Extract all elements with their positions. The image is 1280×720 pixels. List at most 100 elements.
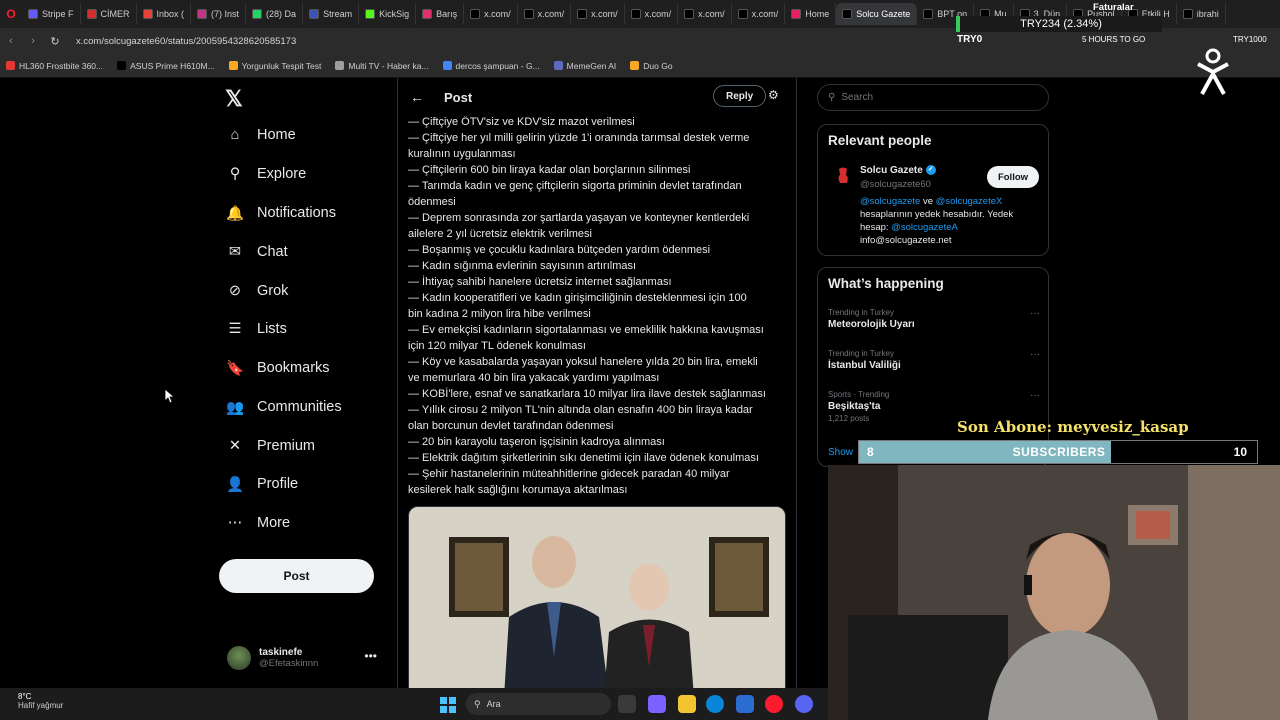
tab-favicon-icon: [630, 9, 641, 19]
bookmark-item[interactable]: Yorgunluk Tespit Test: [228, 60, 322, 71]
trend-more-icon[interactable]: ···: [1030, 390, 1040, 401]
weather-widget[interactable]: 8°C Hafif yağmur: [18, 692, 63, 710]
copilot-icon[interactable]: [648, 695, 666, 713]
browser-tab[interactable]: KickSig: [359, 3, 417, 25]
taskbar-search[interactable]: ⚲ Ara: [466, 693, 611, 715]
file-manager-icon[interactable]: [618, 695, 636, 713]
bookmark-item[interactable]: Multi TV - Haber ka...: [335, 61, 429, 71]
back-arrow-icon[interactable]: ←: [410, 89, 424, 105]
person-name[interactable]: Solcu Gazete ✓: [860, 165, 936, 176]
back-nav-icon[interactable]: ‹: [0, 35, 22, 47]
nav-item-premium[interactable]: ✕ Premium: [227, 438, 315, 454]
mention-link[interactable]: @solcugazeteA: [891, 222, 958, 233]
primary-navigation: 𝕏 ⌂ Home ⚲ Explore 🔔 Notifications ✉ Chat ⊘ Grok ☰…: [215, 78, 395, 688]
tab-label: Stripe F: [42, 9, 74, 19]
reload-icon[interactable]: ↻: [44, 35, 66, 48]
x-logo-icon[interactable]: 𝕏: [225, 86, 243, 112]
post-text-line: — Çiftçiye her yıl milli gelirin yüzde 1…: [408, 132, 750, 144]
windows-start-icon[interactable]: [440, 697, 456, 713]
nav-item-more[interactable]: ⋯ More: [227, 515, 290, 531]
forward-nav-icon[interactable]: ›: [22, 35, 44, 47]
browser-tab[interactable]: x.com/: [518, 3, 572, 25]
sliders-icon[interactable]: ⚙: [768, 88, 779, 102]
trend-item[interactable]: Trending in Turkey İstanbul Valiliği ···: [828, 349, 1040, 373]
webcam-feed: [828, 465, 1280, 720]
account-switcher[interactable]: taskinefe @Efetaskinnn •••: [227, 641, 387, 675]
reply-button[interactable]: Reply: [713, 85, 767, 107]
tab-favicon-icon: [28, 9, 38, 19]
nav-item-lists[interactable]: ☰ Lists: [227, 321, 287, 337]
browser-tab[interactable]: Inbox (: [137, 3, 192, 25]
bookmark-label: Yorgunluk Tespit Test: [241, 60, 322, 71]
follow-button[interactable]: Follow: [987, 166, 1039, 188]
nav-item-bookmarks[interactable]: 🔖 Bookmarks: [225, 360, 330, 377]
trend-meta: Sports · Trending: [828, 390, 890, 399]
search-input[interactable]: [841, 92, 1032, 103]
nav-item-explore[interactable]: ⚲ Explore: [227, 166, 306, 182]
tab-favicon-icon: [1182, 9, 1193, 19]
nav-item-notifications[interactable]: 🔔 Notifications: [226, 205, 336, 222]
browser-tab[interactable]: Barış: [416, 3, 465, 25]
bookmark-item[interactable]: dercos şampuan - G...: [442, 61, 540, 71]
bookmark-label: ASUS Prime H610M...: [130, 60, 215, 71]
bookmark-item[interactable]: ASUS Prime H610M...: [117, 61, 215, 71]
taskbar-search-placeholder: Ara: [486, 699, 501, 709]
bookmark-icon: 🔖: [225, 360, 245, 377]
browser-tab[interactable]: x.com/: [571, 3, 625, 25]
browser-tab[interactable]: Home: [785, 3, 837, 25]
post-text-line: kuralının uygulanması: [408, 148, 516, 160]
bookmark-favicon-icon: [335, 61, 345, 70]
mention-link[interactable]: @solcugazeteX: [936, 196, 1003, 207]
more-dots-icon[interactable]: •••: [364, 649, 377, 663]
bookmark-item[interactable]: HL360 Frostbite 360...: [6, 61, 103, 71]
trend-item[interactable]: Trending in Turkey Meteorolojik Uyarı ···: [828, 308, 1040, 332]
browser-tab[interactable]: (28) Da: [246, 3, 304, 25]
browser-tab[interactable]: ibrahi: [1177, 3, 1226, 25]
tab-label: x.com/: [751, 9, 779, 19]
browser-tab[interactable]: Stripe F: [22, 3, 81, 25]
url-field[interactable]: x.com/solcugazete60/status/2005954328620…: [76, 36, 296, 47]
nav-item-home[interactable]: ⌂ Home: [227, 127, 296, 143]
browser-tab[interactable]: x.com/: [625, 3, 679, 25]
tab-label: Home: [805, 9, 830, 19]
post-image[interactable]: [408, 506, 786, 688]
post-button[interactable]: Post: [219, 559, 374, 593]
nav-item-grok[interactable]: ⊘ Grok: [227, 283, 289, 299]
bookmark-item[interactable]: Duo Go: [630, 61, 673, 71]
browser-tab[interactable]: x.com/: [732, 3, 786, 25]
browser-tab[interactable]: (7) Inst: [191, 3, 247, 25]
store-icon[interactable]: [736, 695, 754, 713]
nav-item-label: Notifications: [257, 205, 336, 221]
tab-favicon-icon: [422, 9, 433, 19]
discord-icon[interactable]: [795, 695, 813, 713]
nav-item-chat[interactable]: ✉ Chat: [227, 244, 288, 260]
windows-taskbar: 8°C Hafif yağmur ⚲ Ara: [0, 688, 828, 720]
grok-icon: ⊘: [228, 283, 242, 299]
nav-item-communities[interactable]: 👥 Communities: [226, 399, 342, 416]
list-icon: ☰: [228, 321, 242, 337]
browser-tab[interactable]: CİMER: [81, 3, 137, 25]
folder-icon[interactable]: [678, 695, 696, 713]
avatar[interactable]: [830, 163, 856, 189]
browser-tab[interactable]: Solcu Gazete: [836, 3, 918, 25]
opera-icon[interactable]: [765, 695, 783, 713]
browser-tab[interactable]: x.com/: [464, 3, 518, 25]
post-text-line: — Elektrik dağıtım şirketlerinin sıkı de…: [408, 452, 759, 464]
opera-menu-icon[interactable]: O: [0, 3, 22, 25]
trend-more-icon[interactable]: ···: [1030, 349, 1040, 360]
tab-label: x.com/: [644, 9, 672, 19]
tab-favicon-icon: [197, 9, 208, 19]
browser-tab[interactable]: x.com/: [678, 3, 732, 25]
bookmark-item[interactable]: MemeGen AI: [553, 61, 616, 71]
nav-item-label: Grok: [257, 283, 289, 299]
avatar: [227, 646, 251, 670]
nav-item-profile[interactable]: 👤 Profile: [226, 476, 298, 493]
show-more-link[interactable]: Show: [828, 447, 853, 458]
mail-icon: ✉: [228, 244, 242, 260]
mention-link[interactable]: @solcugazete: [860, 196, 920, 207]
edge-icon[interactable]: [706, 695, 724, 713]
browser-tab[interactable]: Stream: [303, 3, 360, 25]
tab-favicon-icon: [365, 9, 376, 19]
search-box[interactable]: ⚲: [817, 84, 1049, 111]
trend-more-icon[interactable]: ···: [1030, 308, 1040, 319]
